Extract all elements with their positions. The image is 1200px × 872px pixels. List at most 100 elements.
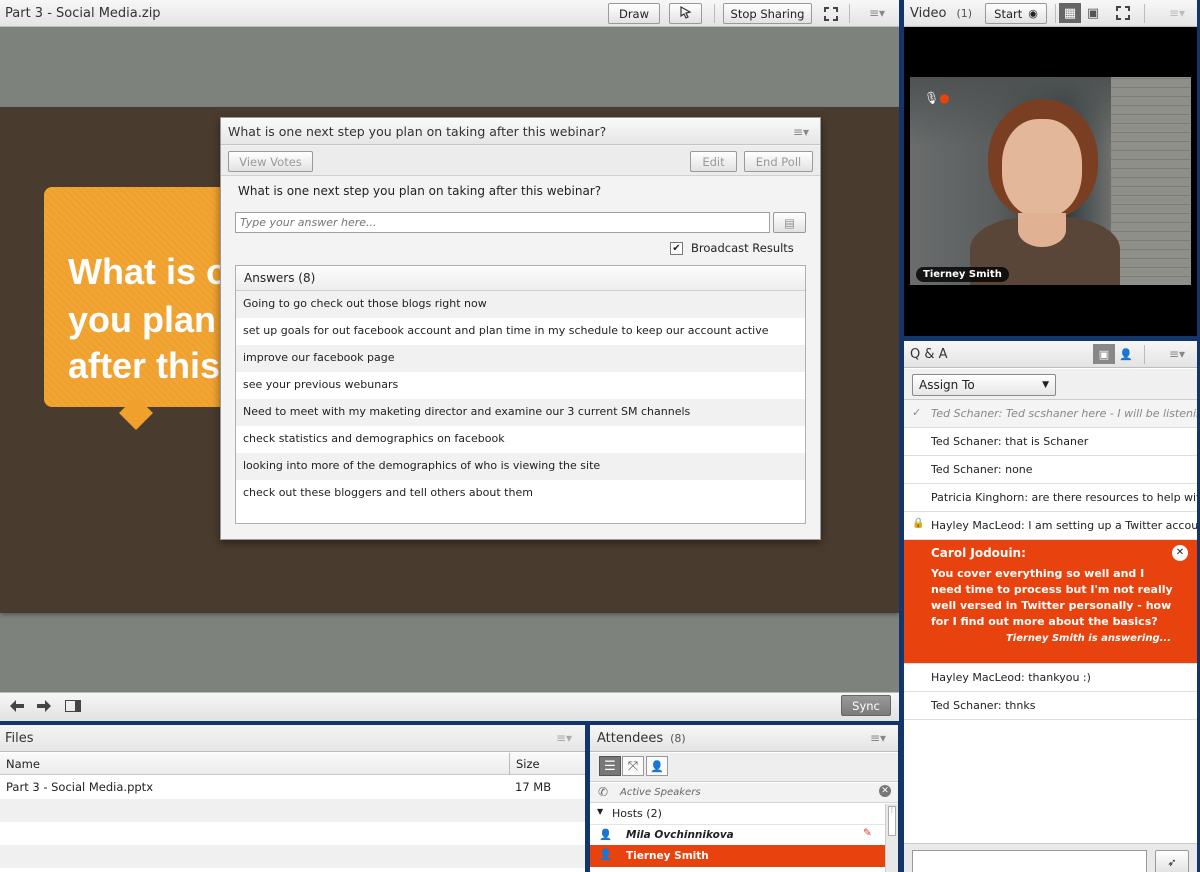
answer-row: Going to go check out those blogs right …: [236, 291, 805, 318]
single-view-icon[interactable]: ▣: [1082, 3, 1104, 23]
presenter-view-icon[interactable]: ▣: [1093, 344, 1115, 364]
pointer-icon: [678, 5, 694, 22]
host-icon: 👤: [599, 829, 613, 841]
file-name: Part 3 - Social Media.pptx: [6, 780, 153, 794]
toggle-sidebar-icon[interactable]: [62, 696, 84, 716]
qa-item[interactable]: ✓ Ted Schaner: Ted scshaner here - I will…: [904, 400, 1197, 428]
slide-text-1: What is o: [68, 251, 228, 292]
participant-view-icon[interactable]: 👤: [1115, 344, 1137, 364]
attendees-pod: Attendees (8) ≡▾ ☰ ⤧ 👤 ✆ Active Speakers…: [590, 725, 898, 872]
answer-text: Going to go check out those blogs right …: [243, 297, 487, 310]
submit-answer-button[interactable]: ▤: [773, 212, 806, 233]
files-col-size[interactable]: Size: [516, 757, 540, 771]
close-speakers-icon[interactable]: ✕: [879, 785, 891, 797]
webcam-feed: 🎙● Tierney Smith: [910, 77, 1191, 285]
status-view-icon[interactable]: 👤: [646, 756, 668, 776]
attendees-scrollbar[interactable]: ⋮: [885, 804, 898, 872]
answer-text: set up goals for out facebook account an…: [243, 324, 769, 337]
qa-item[interactable]: Ted Schaner: thnks: [904, 692, 1197, 720]
file-size: 17 MB: [515, 780, 552, 794]
answers-header: Answers (8): [236, 266, 805, 291]
end-poll-button[interactable]: End Poll: [744, 151, 813, 172]
qa-item-text: Hayley MacLeod: I am setting up a Twitte…: [931, 519, 1197, 532]
webcam-name-tag: Tierney Smith: [916, 267, 1009, 282]
answer-text: check statistics and demographics on fac…: [243, 432, 505, 445]
qa-list: ✓ Ted Schaner: Ted scshaner here - I will…: [904, 400, 1197, 720]
send-icon: ▤: [784, 215, 795, 230]
hosts-label: Hosts (2): [612, 807, 662, 820]
broadcast-results[interactable]: ✔ Broadcast Results: [670, 241, 794, 255]
files-col-name[interactable]: Name: [6, 757, 40, 771]
qa-item-text: Ted Schaner: thnks: [931, 699, 1036, 712]
previous-slide-icon[interactable]: [6, 696, 28, 716]
active-speakers-bar: ✆ Active Speakers ✕: [590, 783, 898, 803]
video-title: Video: [910, 5, 947, 21]
answered-check-icon: ✓: [912, 406, 922, 419]
video-menu-icon[interactable]: ≡▾: [1169, 6, 1185, 20]
next-slide-icon[interactable]: [33, 696, 55, 716]
broadcast-label: Broadcast Results: [691, 241, 794, 255]
files-menu-icon[interactable]: ≡▾: [556, 731, 572, 745]
video-count: (1): [956, 6, 973, 20]
fullscreen-icon[interactable]: [820, 4, 842, 24]
close-question-icon[interactable]: ✕: [1172, 545, 1188, 561]
send-icon: ➶: [1167, 855, 1177, 869]
answer-row: set up goals for out facebook account an…: [236, 318, 805, 345]
broadcast-checkbox[interactable]: ✔: [670, 241, 683, 255]
assign-to-label: Assign To: [919, 378, 975, 392]
qa-message-input[interactable]: [912, 850, 1147, 872]
video-fullscreen-icon[interactable]: [1112, 3, 1134, 23]
qa-item-text: Patricia Kinghorn: are there resources t…: [931, 491, 1197, 504]
poll-window: What is one next step you plan on taking…: [220, 117, 821, 540]
stop-sharing-button[interactable]: Stop Sharing: [723, 3, 812, 24]
poll-menu-icon[interactable]: ≡▾: [793, 125, 809, 139]
qa-pod: Q & A ▣ 👤 ≡▾ Assign To ▼ ✓ Ted Schaner: T…: [904, 341, 1197, 872]
edit-button[interactable]: Edit: [690, 151, 737, 172]
start-webcam-button[interactable]: Start ◉: [985, 3, 1047, 24]
grid-view-icon[interactable]: ▦: [1059, 3, 1081, 23]
breakout-view-icon[interactable]: ⤧: [622, 756, 644, 776]
attendees-title: Attendees: [597, 730, 664, 746]
assign-to-select[interactable]: Assign To ▼: [912, 374, 1056, 396]
list-view-icon[interactable]: ☰: [599, 756, 621, 776]
share-title: Part 3 - Social Media.zip: [5, 5, 161, 21]
sync-button[interactable]: Sync: [841, 695, 891, 716]
qa-item[interactable]: Patricia Kinghorn: are there resources t…: [904, 484, 1197, 512]
answer-text: see your previous webunars: [243, 378, 399, 391]
attendees-menu-icon[interactable]: ≡▾: [870, 731, 886, 745]
qa-send-button[interactable]: ➶: [1155, 850, 1189, 872]
answer-text: check out these bloggers and tell others…: [243, 486, 533, 499]
answer-text: looking into more of the demographics of…: [243, 459, 601, 472]
answer-row: improve our facebook page: [236, 345, 805, 372]
qa-menu-icon[interactable]: ≡▾: [1169, 347, 1185, 361]
draw-button[interactable]: Draw: [608, 3, 660, 24]
host-icon: 👤: [599, 849, 613, 861]
slide-text-2: you plan: [68, 299, 217, 340]
qa-item[interactable]: 🔒 Hayley MacLeod: I am setting up a Twitt…: [904, 512, 1197, 540]
attendee-row[interactable]: 👤 Tierney Smith: [590, 845, 885, 867]
share-menu-icon[interactable]: ≡▾: [869, 6, 885, 20]
answer-text: improve our facebook page: [243, 351, 395, 364]
answer-text: Need to meet with my maketing director a…: [243, 405, 691, 418]
mute-indicator-icon: 🎙●: [924, 91, 950, 105]
poll-question: What is one next step you plan on taking…: [238, 184, 602, 198]
answer-row: Need to meet with my maketing director a…: [236, 399, 805, 426]
qa-item[interactable]: Ted Schaner: that is Schaner: [904, 428, 1197, 456]
qa-selected-author: Carol Jodouin:: [931, 546, 1026, 560]
slide-callout: What is o you plan after this: [44, 187, 244, 407]
qa-item-text: Ted Schaner: none: [931, 463, 1033, 476]
qa-item[interactable]: Hayley MacLeod: thankyou :): [904, 664, 1197, 692]
qa-selected-question[interactable]: Carol Jodouin: You cover everything so we…: [904, 540, 1197, 664]
qa-item[interactable]: Ted Schaner: none: [904, 456, 1197, 484]
attendee-row[interactable]: 👤 Mila Ovchinnikova ✎: [590, 824, 885, 845]
raise-hand-icon: ✎: [863, 827, 872, 839]
attendees-count: (8): [670, 731, 686, 745]
view-votes-button[interactable]: View Votes: [228, 151, 313, 172]
answer-input[interactable]: [235, 212, 770, 233]
attendee-name: Mila Ovchinnikova: [626, 829, 734, 841]
file-row[interactable]: Part 3 - Social Media.pptx 17 MB: [0, 776, 585, 799]
webcam-icon: ◉: [1028, 7, 1038, 20]
hosts-group[interactable]: ▼ Hosts (2): [590, 804, 885, 824]
pointer-button[interactable]: [669, 3, 702, 24]
qa-item-text: Ted Schaner: that is Schaner: [931, 435, 1089, 448]
